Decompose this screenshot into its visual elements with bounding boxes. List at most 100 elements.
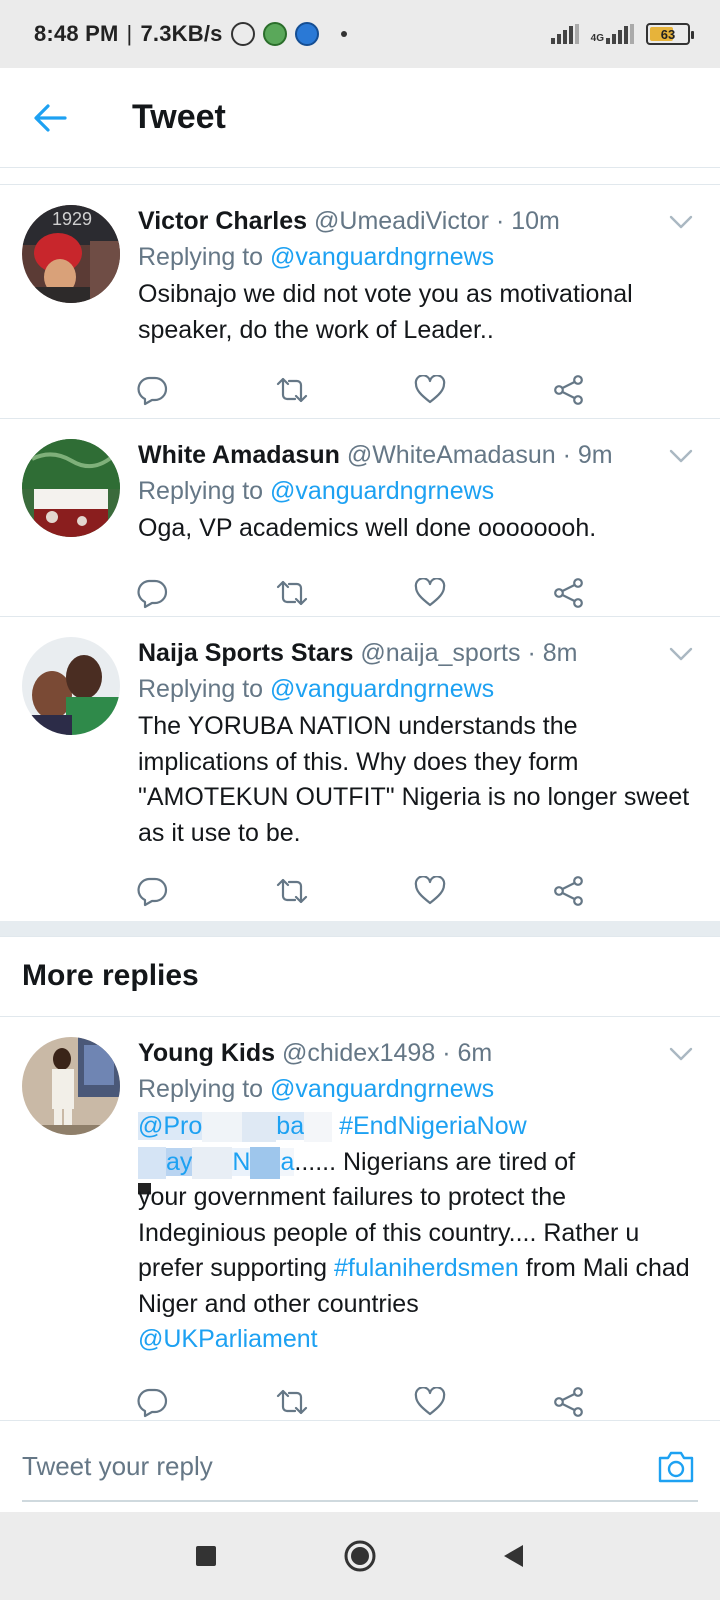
- tweet-header: White Amadasun @WhiteAmadasun · 9m: [138, 439, 692, 471]
- like-button[interactable]: [414, 571, 553, 615]
- replies-feed[interactable]: 1929 Victor Charles @UmeadiVictor · 10m …: [0, 184, 720, 1420]
- share-button[interactable]: [553, 571, 692, 615]
- share-icon: [554, 876, 583, 906]
- tweet-time: · 8m: [527, 639, 578, 667]
- avatar[interactable]: [22, 637, 120, 735]
- page-title: Tweet: [132, 98, 226, 136]
- tweet-actions: [136, 1364, 692, 1421]
- tweet-body: Naija Sports Stars @naija_sports · 8m Re…: [137, 637, 696, 921]
- more-notifications-dot-icon: [340, 31, 347, 37]
- retweet-button[interactable]: [275, 368, 414, 412]
- tweet-text: @Pro ba #EndNigeriaNow ay Na...... Nigeria…: [138, 1109, 692, 1358]
- reply-icon: [137, 1388, 168, 1417]
- tweet-author-name[interactable]: Naija Sports Stars: [138, 639, 353, 667]
- pixelated-block: [202, 1112, 243, 1143]
- share-button[interactable]: [553, 368, 692, 412]
- chevron-down-icon[interactable]: [668, 209, 694, 235]
- share-button[interactable]: [553, 869, 692, 913]
- tweet-author-handle[interactable]: @WhiteAmadasun: [347, 441, 556, 469]
- tweet-author-handle[interactable]: @chidex1498: [282, 1039, 435, 1067]
- tweet-body: Victor Charles @UmeadiVictor · 10m Reply…: [136, 205, 696, 418]
- reply-button[interactable]: [136, 869, 275, 913]
- tweet-item[interactable]: White Amadasun @WhiteAmadasun · 9m Reply…: [0, 419, 720, 617]
- reply-button[interactable]: [136, 368, 275, 412]
- redacted-mention-part[interactable]: ay: [166, 1147, 193, 1176]
- more-replies-heading: More replies: [0, 937, 720, 1017]
- tweet-item[interactable]: Young Kids @chidex1498 · 6m Replying to …: [0, 1017, 720, 1420]
- status-left: 8:48 PM | 7.3KB/s: [34, 21, 347, 47]
- tweet-header: Victor Charles @UmeadiVictor · 10m: [138, 205, 692, 237]
- reply-input[interactable]: [22, 1451, 654, 1482]
- tweet-text: The YORUBA NATION understands the implic…: [138, 712, 690, 847]
- system-back-button[interactable]: [492, 1534, 536, 1578]
- retweet-icon: [276, 377, 308, 403]
- replying-to-label: Replying to: [138, 243, 264, 271]
- redacted-mention-part: @Pro: [138, 1112, 203, 1140]
- heart-icon: [414, 577, 446, 606]
- back-button[interactable]: [0, 68, 100, 168]
- pixelated-block: [304, 1112, 333, 1143]
- tweet-text: Osibnajo we did not vote you as motivati…: [138, 280, 633, 344]
- svg-text:1929: 1929: [52, 209, 92, 229]
- tweet-author-handle[interactable]: @UmeadiVictor: [314, 207, 489, 235]
- like-button[interactable]: [414, 368, 553, 412]
- tweet-author-name[interactable]: Young Kids: [138, 1039, 275, 1067]
- share-icon: [554, 1386, 583, 1417]
- retweet-button[interactable]: [275, 869, 414, 913]
- camera-icon: [658, 1451, 694, 1482]
- status-speed: 7.3KB/s: [140, 21, 223, 46]
- like-button[interactable]: [414, 1380, 553, 1421]
- alarm-icon: [230, 22, 255, 46]
- whatsapp-icon: [294, 22, 319, 46]
- redacted-mention-part[interactable]: a: [280, 1147, 295, 1176]
- reply-button[interactable]: [136, 571, 275, 615]
- triangle-back-icon: [504, 1545, 523, 1567]
- retweet-button[interactable]: [275, 1380, 414, 1421]
- retweet-icon: [276, 878, 308, 904]
- battery-icon: 63: [646, 23, 694, 45]
- replying-to-handle[interactable]: @vanguardngrnews: [270, 1075, 494, 1103]
- redacted-mention-part[interactable]: N: [232, 1147, 251, 1176]
- tweet-actions: [136, 853, 692, 929]
- tweet-time: · 6m: [442, 1039, 493, 1067]
- mention-uk-parliament[interactable]: @UKParliament: [138, 1325, 318, 1353]
- tweet-time: · 10m: [495, 207, 560, 235]
- status-right: 4G 63: [550, 23, 694, 45]
- chevron-down-icon[interactable]: [668, 443, 694, 469]
- retweet-icon: [276, 580, 308, 605]
- pixelated-block: [250, 1146, 281, 1179]
- home-button[interactable]: [338, 1534, 382, 1578]
- chevron-down-icon[interactable]: [668, 641, 694, 667]
- chevron-down-icon[interactable]: [668, 1041, 694, 1067]
- system-nav-bar: [0, 1512, 720, 1600]
- retweet-button[interactable]: [275, 571, 414, 615]
- tweet-author-name[interactable]: White Amadasun: [138, 441, 340, 469]
- avatar[interactable]: 1929: [22, 205, 120, 303]
- tweet-text-line: y: [138, 1183, 151, 1211]
- recents-button[interactable]: [184, 1534, 228, 1578]
- share-button[interactable]: [553, 1380, 692, 1421]
- app-header: Tweet: [0, 68, 720, 168]
- tweet-header: Naija Sports Stars @naija_sports · 8m: [138, 637, 692, 669]
- reply-icon: [137, 376, 168, 406]
- replying-to-label: Replying to: [138, 1075, 264, 1103]
- share-icon: [554, 577, 583, 608]
- replying-to-handle[interactable]: @vanguardngrnews: [270, 477, 494, 505]
- camera-button[interactable]: [654, 1445, 698, 1489]
- replying-to: Replying to @vanguardngrnews: [138, 239, 692, 275]
- replying-to-handle[interactable]: @vanguardngrnews: [270, 243, 494, 271]
- reply-button[interactable]: [136, 1380, 275, 1421]
- hashtag-fulaniherdsmen[interactable]: #fulaniherdsmen: [334, 1254, 519, 1282]
- tweet-author-name[interactable]: Victor Charles: [138, 207, 307, 235]
- tweet-item[interactable]: 1929 Victor Charles @UmeadiVictor · 10m …: [0, 185, 720, 419]
- tweet-author-handle[interactable]: @naija_sports: [360, 639, 520, 667]
- cell-signal: 4G: [591, 24, 634, 44]
- hashtag-end-nigeria-now[interactable]: #EndNigeriaNow: [339, 1112, 527, 1140]
- redacted-mention[interactable]: @Pro ba: [138, 1112, 333, 1143]
- avatar[interactable]: [22, 439, 120, 537]
- tweet-body: White Amadasun @WhiteAmadasun · 9m Reply…: [136, 439, 696, 616]
- avatar[interactable]: [22, 1037, 120, 1135]
- tweet-item[interactable]: Naija Sports Stars @naija_sports · 8m Re…: [0, 617, 720, 921]
- replying-to-handle[interactable]: @vanguardngrnews: [270, 675, 494, 703]
- like-button[interactable]: [414, 869, 553, 913]
